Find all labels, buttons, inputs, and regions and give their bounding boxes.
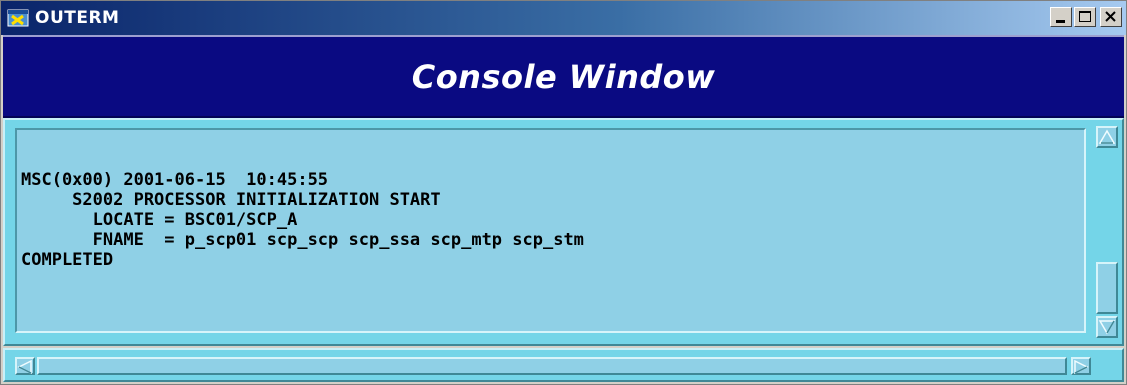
minimize-button[interactable] bbox=[1050, 7, 1072, 27]
window-controls bbox=[1050, 7, 1122, 27]
close-icon bbox=[1105, 11, 1116, 22]
console-line: COMPLETED bbox=[21, 250, 114, 270]
arrow-left-icon bbox=[17, 359, 32, 375]
scroll-down-button[interactable] bbox=[1096, 316, 1118, 338]
arrow-right-icon bbox=[1074, 359, 1089, 375]
header-title: Console Window bbox=[411, 57, 716, 96]
scroll-left-button[interactable] bbox=[15, 357, 35, 375]
horizontal-scrollbar[interactable] bbox=[3, 348, 1124, 382]
arrow-down-icon bbox=[1098, 320, 1116, 335]
minimize-icon bbox=[1056, 20, 1065, 23]
maximize-button[interactable] bbox=[1074, 7, 1096, 27]
close-button[interactable] bbox=[1100, 7, 1122, 27]
console-line: FNAME = p_scp01 scp_scp scp_ssa scp_mtp … bbox=[21, 230, 584, 250]
vertical-scrollbar[interactable] bbox=[1096, 126, 1118, 338]
window-title: OUTERM bbox=[35, 8, 120, 28]
vertical-scroll-thumb[interactable] bbox=[1096, 262, 1118, 314]
outerm-app-icon[interactable] bbox=[7, 7, 29, 29]
console-line: LOCATE = BSC01/SCP_A bbox=[21, 210, 298, 230]
horizontal-scroll-track[interactable] bbox=[15, 357, 1111, 375]
console-line: MSC(0x00) 2001-06-15 10:45:55 bbox=[21, 170, 329, 190]
console-header: Console Window bbox=[3, 35, 1124, 118]
console-line: S2002 PROCESSOR INITIALIZATION START bbox=[21, 190, 441, 210]
outerm-window: OUTERM Console Window MSC(0x00) 2001-06-… bbox=[0, 0, 1127, 385]
scroll-right-button[interactable] bbox=[1071, 357, 1091, 375]
arrow-up-icon bbox=[1098, 129, 1116, 144]
console-text: MSC(0x00) 2001-06-15 10:45:55 S2002 PROC… bbox=[21, 170, 584, 270]
console-frame: MSC(0x00) 2001-06-15 10:45:55 S2002 PROC… bbox=[3, 118, 1124, 346]
console-output[interactable]: MSC(0x00) 2001-06-15 10:45:55 S2002 PROC… bbox=[15, 128, 1086, 333]
maximize-icon bbox=[1079, 11, 1091, 22]
scroll-up-button[interactable] bbox=[1096, 126, 1118, 148]
title-bar[interactable]: OUTERM bbox=[1, 1, 1126, 35]
horizontal-scroll-thumb[interactable] bbox=[37, 357, 1067, 375]
